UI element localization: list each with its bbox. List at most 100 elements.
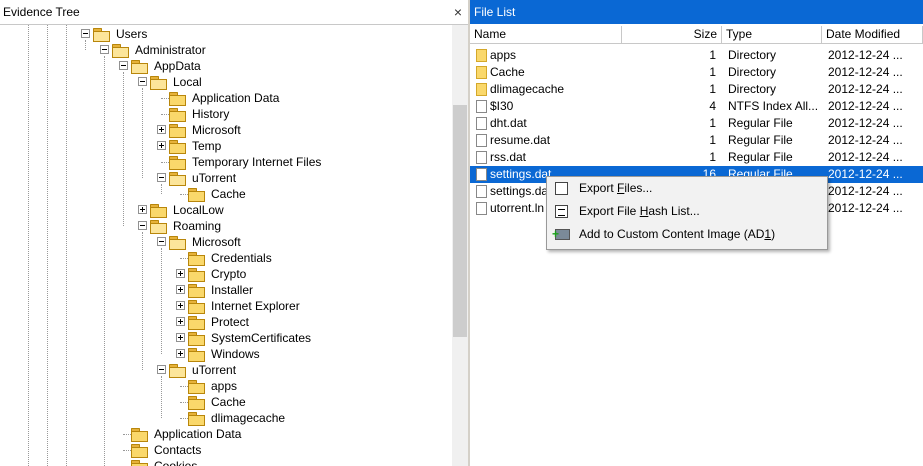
folder-icon	[188, 268, 205, 282]
tree-vertical-scrollbar[interactable]	[452, 25, 468, 466]
expand-icon[interactable]	[176, 301, 185, 310]
close-icon[interactable]: ×	[454, 0, 462, 24]
expand-icon[interactable]	[176, 317, 185, 326]
column-header-name[interactable]: Name	[470, 26, 622, 43]
file-row[interactable]: dlimagecache 1 Directory 2012-12-24 ...	[470, 81, 923, 98]
file-size: 1	[709, 48, 716, 62]
file-row[interactable]: apps 1 Directory 2012-12-24 ...	[470, 47, 923, 64]
file-row[interactable]: $I30 4 NTFS Index All... 2012-12-24 ...	[470, 98, 923, 115]
folder-icon	[188, 332, 205, 346]
tree-node[interactable]: Windows	[0, 346, 452, 362]
tree-node[interactable]: SystemCertificates	[0, 330, 452, 346]
collapse-icon[interactable]	[100, 45, 109, 54]
file-icon	[476, 151, 487, 164]
collapse-icon[interactable]	[81, 29, 90, 38]
tree-node[interactable]: uTorrent	[0, 362, 452, 378]
folder-icon	[150, 204, 167, 218]
tree-node[interactable]: Crypto	[0, 266, 452, 282]
folder-icon	[188, 412, 205, 426]
tree-node-label: AppData	[154, 59, 201, 73]
tree-branch-line	[180, 194, 188, 195]
menu-item-export-file-hash-list[interactable]: Export File Hash List...	[547, 200, 827, 223]
column-header-size[interactable]: Size	[622, 26, 722, 43]
tree-node[interactable]: Cookies	[0, 458, 452, 466]
file-type: Directory	[728, 48, 777, 62]
tree-node-label: Cache	[211, 187, 246, 201]
tree-node[interactable]: Administrator	[0, 42, 452, 58]
collapse-icon[interactable]	[138, 221, 147, 230]
tree-node-label: uTorrent	[192, 171, 237, 185]
collapse-icon[interactable]	[157, 237, 166, 246]
expand-icon[interactable]	[157, 125, 166, 134]
tree-node[interactable]: Protect	[0, 314, 452, 330]
collapse-icon[interactable]	[138, 77, 147, 86]
file-date-modified: 2012-12-24 ...	[828, 150, 903, 164]
collapse-icon[interactable]	[157, 365, 166, 374]
file-row[interactable]: Cache 1 Directory 2012-12-24 ...	[470, 64, 923, 81]
folder-open-icon	[131, 60, 148, 74]
evidence-tree-panel: Evidence Tree × Users Administrator AppDat…	[0, 0, 468, 466]
tree-scrollbar-thumb[interactable]	[453, 105, 467, 337]
tree-node[interactable]: Installer	[0, 282, 452, 298]
expand-icon[interactable]	[176, 269, 185, 278]
evidence-tree: Users Administrator AppData Local Applicatio…	[0, 25, 452, 466]
tree-node[interactable]: Cache	[0, 394, 452, 410]
file-size: 1	[709, 150, 716, 164]
tree-node[interactable]: uTorrent	[0, 170, 452, 186]
tree-node-label: Microsoft	[192, 235, 241, 249]
tree-node[interactable]: dlimagecache	[0, 410, 452, 426]
tree-node[interactable]: Cache	[0, 186, 452, 202]
file-type: Regular File	[728, 116, 793, 130]
tree-branch-line	[123, 434, 131, 435]
tree-node[interactable]: Local	[0, 74, 452, 90]
file-date-modified: 2012-12-24 ...	[828, 116, 903, 130]
column-header-date-modified[interactable]: Date Modified	[822, 26, 923, 43]
file-row[interactable]: resume.dat 1 Regular File 2012-12-24 ...	[470, 132, 923, 149]
tree-node[interactable]: Internet Explorer	[0, 298, 452, 314]
expand-icon[interactable]	[138, 205, 147, 214]
tree-node[interactable]: Credentials	[0, 250, 452, 266]
folder-icon	[188, 188, 205, 202]
menu-label-part: Export	[579, 181, 618, 195]
folder-icon	[476, 83, 487, 96]
tree-node-label: Roaming	[173, 219, 222, 233]
tree-node[interactable]: History	[0, 106, 452, 122]
expand-icon[interactable]	[176, 349, 185, 358]
tree-node[interactable]: Application Data	[0, 426, 452, 442]
file-type: Regular File	[728, 150, 793, 164]
menu-item-add-to-custom-content-image[interactable]: Add to Custom Content Image (AD1)	[547, 223, 827, 246]
tree-node[interactable]: Application Data	[0, 90, 452, 106]
tree-node-label: History	[192, 107, 230, 121]
expand-icon[interactable]	[176, 333, 185, 342]
column-header-type[interactable]: Type	[722, 26, 822, 43]
tree-node[interactable]: Temporary Internet Files	[0, 154, 452, 170]
tree-node[interactable]: Users	[0, 26, 452, 42]
folder-icon	[476, 49, 487, 62]
tree-node-label: Installer	[211, 283, 254, 297]
tree-node[interactable]: Roaming	[0, 218, 452, 234]
tree-node[interactable]: Temp	[0, 138, 452, 154]
tree-node-label: Users	[116, 27, 148, 41]
tree-node[interactable]: apps	[0, 378, 452, 394]
folder-open-icon	[169, 172, 186, 186]
file-row[interactable]: rss.dat 1 Regular File 2012-12-24 ...	[470, 149, 923, 166]
evidence-tree-title: Evidence Tree	[3, 5, 80, 19]
file-date-modified: 2012-12-24 ...	[828, 184, 903, 198]
expand-icon[interactable]	[176, 285, 185, 294]
tree-node[interactable]: LocalLow	[0, 202, 452, 218]
file-icon	[476, 100, 487, 113]
tree-node[interactable]: AppData	[0, 58, 452, 74]
tree-node[interactable]: Microsoft	[0, 234, 452, 250]
expand-icon[interactable]	[157, 141, 166, 150]
menu-item-export-files[interactable]: Export Files...	[547, 177, 827, 200]
collapse-icon[interactable]	[119, 61, 128, 70]
file-row[interactable]: dht.dat 1 Regular File 2012-12-24 ...	[470, 115, 923, 132]
menu-label-part: Add to Custom Content Image (AD	[579, 227, 765, 241]
folder-icon	[131, 428, 148, 442]
folder-icon	[188, 300, 205, 314]
file-size: 1	[709, 65, 716, 79]
tree-node[interactable]: Microsoft	[0, 122, 452, 138]
menu-label-part: ash List...	[648, 204, 700, 218]
collapse-icon[interactable]	[157, 173, 166, 182]
tree-node[interactable]: Contacts	[0, 442, 452, 458]
